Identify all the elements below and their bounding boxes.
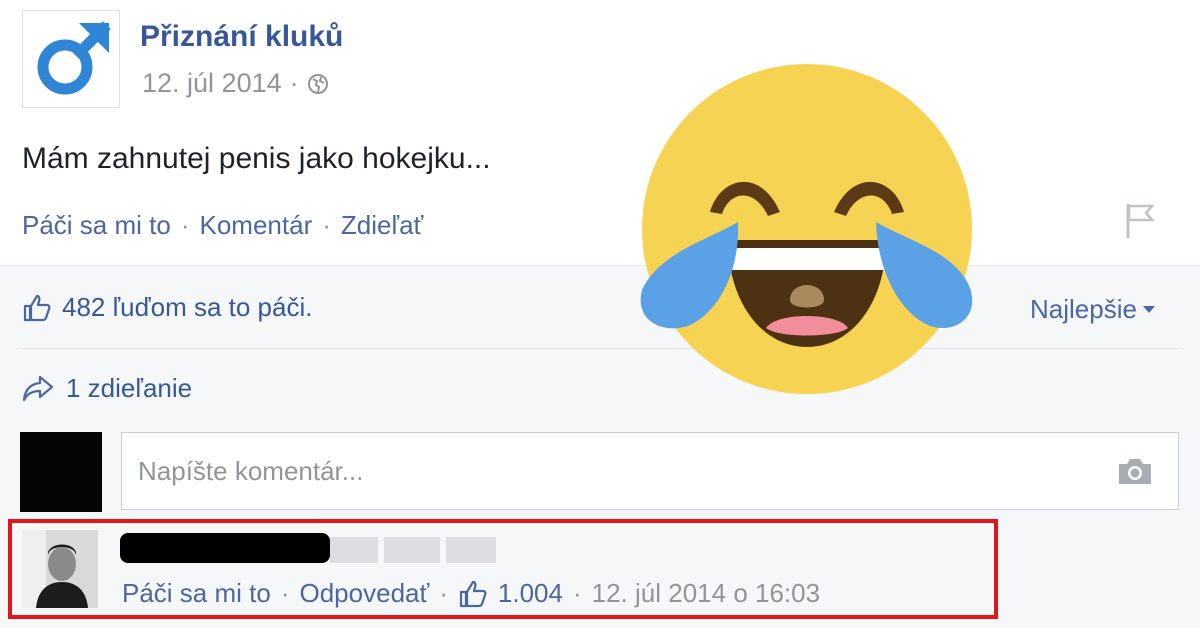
post-share-link[interactable]: Zdieľať	[341, 210, 423, 241]
caret-down-icon	[1142, 305, 1155, 313]
action-separator: ·	[180, 210, 190, 240]
comment-separator: ·	[280, 578, 290, 608]
comment-separator: ·	[572, 578, 582, 608]
share-arrow-icon	[22, 375, 54, 402]
globe-icon[interactable]	[307, 73, 329, 95]
commenter-avatar[interactable]	[22, 530, 98, 608]
divider	[22, 348, 1178, 349]
comment-like-link[interactable]: Páči sa mi to	[122, 578, 271, 609]
comment-separator: ·	[439, 578, 448, 608]
action-separator: ·	[322, 210, 331, 240]
current-user-avatar	[20, 432, 102, 512]
comment-input[interactable]	[136, 455, 1100, 488]
camera-icon[interactable]	[1116, 455, 1154, 487]
flag-icon[interactable]	[1120, 200, 1160, 240]
page-name-link[interactable]: Přiznání kluků	[140, 20, 343, 54]
comment-reply-link[interactable]: Odpovedať	[300, 578, 430, 609]
blurred-commenter-name	[330, 537, 510, 563]
post-like-link[interactable]: Páči sa mi to	[22, 210, 171, 241]
redacted-commenter-name	[120, 533, 330, 563]
laughing-crying-emoji	[640, 64, 973, 394]
person-photo-icon	[22, 530, 98, 608]
meta-separator: ·	[289, 68, 299, 98]
comments-sort-dropdown[interactable]: Najlepšie	[1030, 294, 1155, 325]
comment-like-count[interactable]: 1.004	[498, 578, 563, 609]
post-text: Mám zahnutej penis jako hokejku...	[22, 142, 491, 175]
post-meta: 12. júl 2014 ·	[142, 68, 329, 99]
shares-summary[interactable]: 1 zdieľanie	[22, 372, 192, 404]
like-thumb-icon	[459, 580, 487, 607]
likes-summary[interactable]: 482 ľuďom sa to páči.	[22, 292, 312, 323]
post-date[interactable]: 12. júl 2014	[142, 68, 282, 99]
like-thumb-icon	[23, 294, 51, 321]
male-symbol-icon	[37, 21, 111, 95]
page-avatar[interactable]	[22, 10, 120, 108]
shares-count-text[interactable]: 1 zdieľanie	[66, 373, 192, 404]
post-actions: Páči sa mi to · Komentár · Zdieľať	[22, 210, 423, 241]
comment-actions: Páči sa mi to · Odpovedať · 1.004 · 12. …	[122, 578, 820, 609]
comment-composer[interactable]	[121, 432, 1179, 510]
likes-count-text[interactable]: 482 ľuďom sa to páči.	[62, 292, 312, 323]
comment-timestamp[interactable]: 12. júl 2014 o 16:03	[592, 578, 820, 609]
sort-label: Najlepšie	[1030, 294, 1137, 324]
post-comment-link[interactable]: Komentár	[200, 210, 313, 241]
